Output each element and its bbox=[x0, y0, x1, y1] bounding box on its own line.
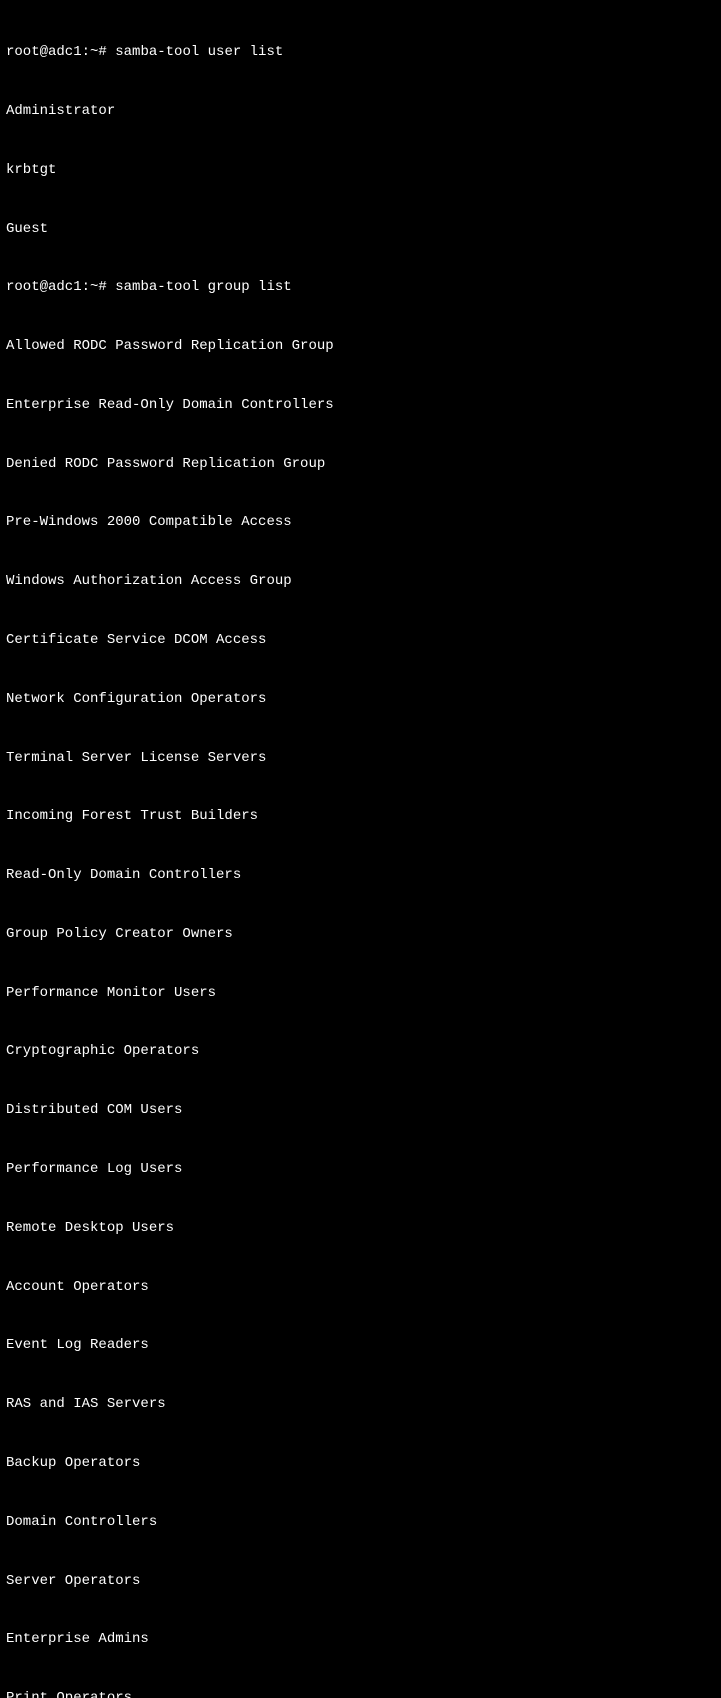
output-line: Enterprise Read-Only Domain Controllers bbox=[6, 396, 715, 416]
terminal-window[interactable]: root@adc1:~# samba-tool user list Admini… bbox=[6, 4, 715, 1698]
output-line: Server Operators bbox=[6, 1572, 715, 1592]
output-line: Print Operators bbox=[6, 1689, 715, 1698]
output-line: Read-Only Domain Controllers bbox=[6, 866, 715, 886]
command-text-1: samba-tool user list bbox=[115, 44, 283, 60]
output-line: RAS and IAS Servers bbox=[6, 1395, 715, 1415]
output-line: Terminal Server License Servers bbox=[6, 749, 715, 769]
output-line: Account Operators bbox=[6, 1278, 715, 1298]
output-line: Domain Controllers bbox=[6, 1513, 715, 1533]
output-line: Cryptographic Operators bbox=[6, 1042, 715, 1062]
output-line: Allowed RODC Password Replication Group bbox=[6, 337, 715, 357]
command-text-2: samba-tool group list bbox=[115, 279, 291, 295]
command-line-1: root@adc1:~# samba-tool user list bbox=[6, 43, 715, 63]
output-line: Event Log Readers bbox=[6, 1336, 715, 1356]
output-line: Enterprise Admins bbox=[6, 1630, 715, 1650]
output-line: Incoming Forest Trust Builders bbox=[6, 807, 715, 827]
output-line: Remote Desktop Users bbox=[6, 1219, 715, 1239]
output-line: Performance Log Users bbox=[6, 1160, 715, 1180]
shell-prompt: root@adc1:~# bbox=[6, 279, 107, 295]
output-line: Certificate Service DCOM Access bbox=[6, 631, 715, 651]
output-line: krbtgt bbox=[6, 161, 715, 181]
output-line: Network Configuration Operators bbox=[6, 690, 715, 710]
output-line: Distributed COM Users bbox=[6, 1101, 715, 1121]
shell-prompt: root@adc1:~# bbox=[6, 44, 107, 60]
output-line: Pre-Windows 2000 Compatible Access bbox=[6, 513, 715, 533]
output-line: Backup Operators bbox=[6, 1454, 715, 1474]
output-line: Guest bbox=[6, 220, 715, 240]
output-line: Group Policy Creator Owners bbox=[6, 925, 715, 945]
output-line: Denied RODC Password Replication Group bbox=[6, 455, 715, 475]
output-line: Windows Authorization Access Group bbox=[6, 572, 715, 592]
command-line-2: root@adc1:~# samba-tool group list bbox=[6, 278, 715, 298]
output-line: Administrator bbox=[6, 102, 715, 122]
output-line: Performance Monitor Users bbox=[6, 984, 715, 1004]
